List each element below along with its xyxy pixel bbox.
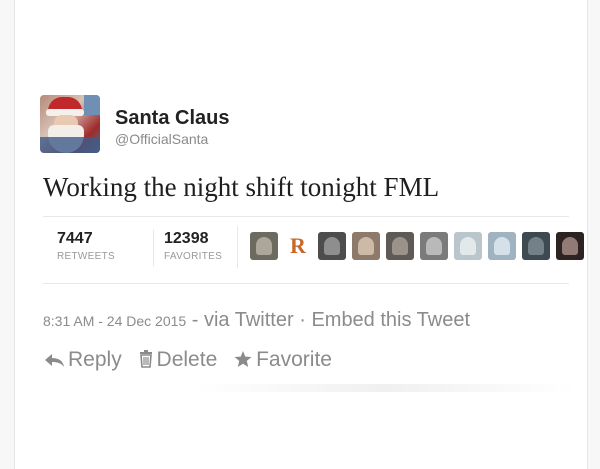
meta-dot: · — [293, 309, 312, 331]
retweets-count: 7447 — [57, 230, 93, 247]
trash-icon — [139, 350, 152, 368]
reply-button[interactable]: Reply — [43, 348, 122, 372]
favoriter-avatar[interactable] — [386, 232, 414, 260]
flag-shape — [84, 95, 100, 115]
favoriter-avatar[interactable] — [250, 232, 278, 260]
stats-separator — [237, 226, 238, 268]
tweet-meta: 8:31 AM - 24 Dec 2015 - via Twitter · Em… — [43, 309, 470, 332]
tweet-actions: Reply Delete Favorite — [43, 348, 342, 372]
divider-top — [43, 216, 569, 217]
embed-tweet-link[interactable]: Embed this Tweet — [311, 309, 470, 331]
retweets-label: RETWEETS — [57, 251, 115, 262]
author-avatar[interactable] — [40, 95, 100, 153]
favoriter-avatar[interactable] — [318, 232, 346, 260]
meta-dash: - — [186, 309, 204, 331]
favoriter-avatar[interactable] — [454, 232, 482, 260]
favoriter-avatar[interactable] — [556, 232, 584, 260]
star-icon — [234, 351, 252, 367]
delete-label: Delete — [156, 348, 218, 371]
favoriter-avatar[interactable] — [420, 232, 448, 260]
favoriter-avatar[interactable] — [488, 232, 516, 260]
favorite-button[interactable]: Favorite — [233, 348, 332, 372]
favoriter-avatar[interactable] — [352, 232, 380, 260]
delete-button[interactable]: Delete — [138, 348, 218, 372]
via-twitter[interactable]: via Twitter — [204, 309, 294, 331]
tweet-text: Working the night shift tonight FML — [43, 172, 440, 202]
tweet-header: Santa Claus @OfficialSanta — [29, 95, 329, 155]
book-shape — [40, 137, 100, 153]
favorites-label: FAVORITES — [164, 251, 223, 262]
favoriter-letter: R — [290, 233, 306, 258]
author-name[interactable]: Santa Claus — [115, 107, 229, 130]
reply-label: Reply — [68, 348, 122, 371]
favorite-label: Favorite — [256, 348, 332, 371]
faint-bottom-smudge — [195, 384, 575, 392]
retweets-stat[interactable]: 7447 RETWEETS — [57, 230, 115, 262]
favoriter-avatar[interactable]: R — [284, 232, 312, 260]
favorites-count: 12398 — [164, 230, 209, 247]
favoriter-avatar[interactable] — [522, 232, 550, 260]
tweet-timestamp[interactable]: 8:31 AM - 24 Dec 2015 — [43, 313, 186, 329]
favorites-stat[interactable]: 12398 FAVORITES — [153, 230, 222, 266]
tweet-card: Santa Claus @OfficialSanta Working the n… — [14, 0, 588, 469]
reply-icon — [45, 354, 64, 367]
author-handle[interactable]: @OfficialSanta — [115, 131, 208, 147]
divider-bottom — [43, 283, 569, 284]
